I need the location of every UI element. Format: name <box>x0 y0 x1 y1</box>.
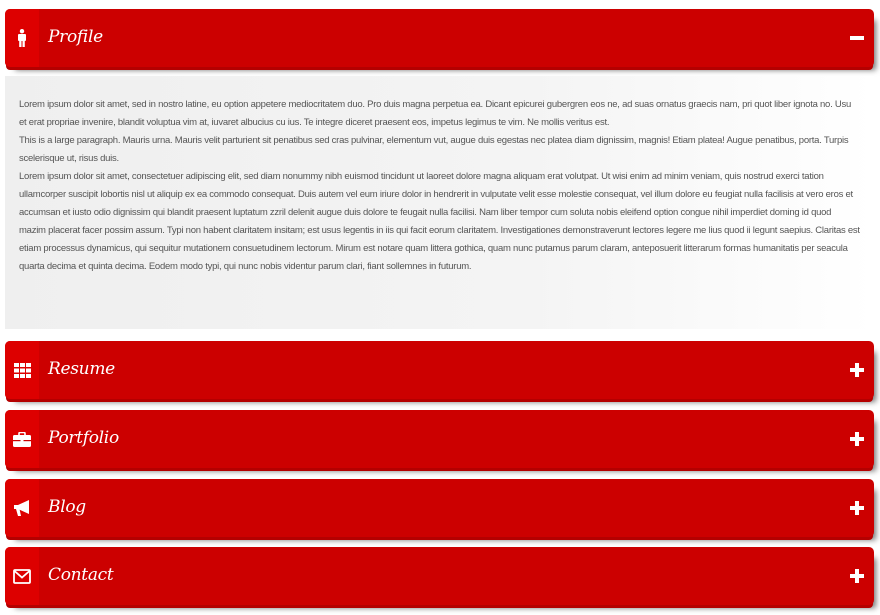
profile-content: Lorem ipsum dolor sit amet, sed in nostr… <box>5 76 874 329</box>
accordion-title-profile: Profile <box>48 27 103 47</box>
accordion-header-blog[interactable]: Blog <box>5 479 874 537</box>
accordion-title-contact: Contact <box>48 565 114 585</box>
profile-paragraph: Lorem ipsum dolor sit amet, sed in nostr… <box>19 99 852 128</box>
plus-icon[interactable] <box>848 499 866 517</box>
profile-paragraph: This is a large paragraph. Mauris urna. … <box>19 135 849 164</box>
megaphone-icon <box>5 479 39 537</box>
accordion-header-portfolio[interactable]: Portfolio <box>5 410 874 468</box>
accordion-header-profile[interactable]: Profile <box>5 9 874 67</box>
grid-icon <box>5 341 39 399</box>
accordion-title-resume: Resume <box>48 359 115 379</box>
plus-icon[interactable] <box>848 567 866 585</box>
accordion-title-blog: Blog <box>48 497 86 517</box>
accordion-header-contact[interactable]: Contact <box>5 547 874 605</box>
profile-paragraph: Lorem ipsum dolor sit amet, consectetuer… <box>19 171 860 272</box>
accordion-title-portfolio: Portfolio <box>48 428 119 448</box>
minus-icon[interactable] <box>848 29 866 47</box>
envelope-icon <box>5 547 39 605</box>
plus-icon[interactable] <box>848 430 866 448</box>
plus-icon[interactable] <box>848 361 866 379</box>
person-icon <box>5 9 39 67</box>
accordion-header-resume[interactable]: Resume <box>5 341 874 399</box>
briefcase-icon <box>5 410 39 468</box>
